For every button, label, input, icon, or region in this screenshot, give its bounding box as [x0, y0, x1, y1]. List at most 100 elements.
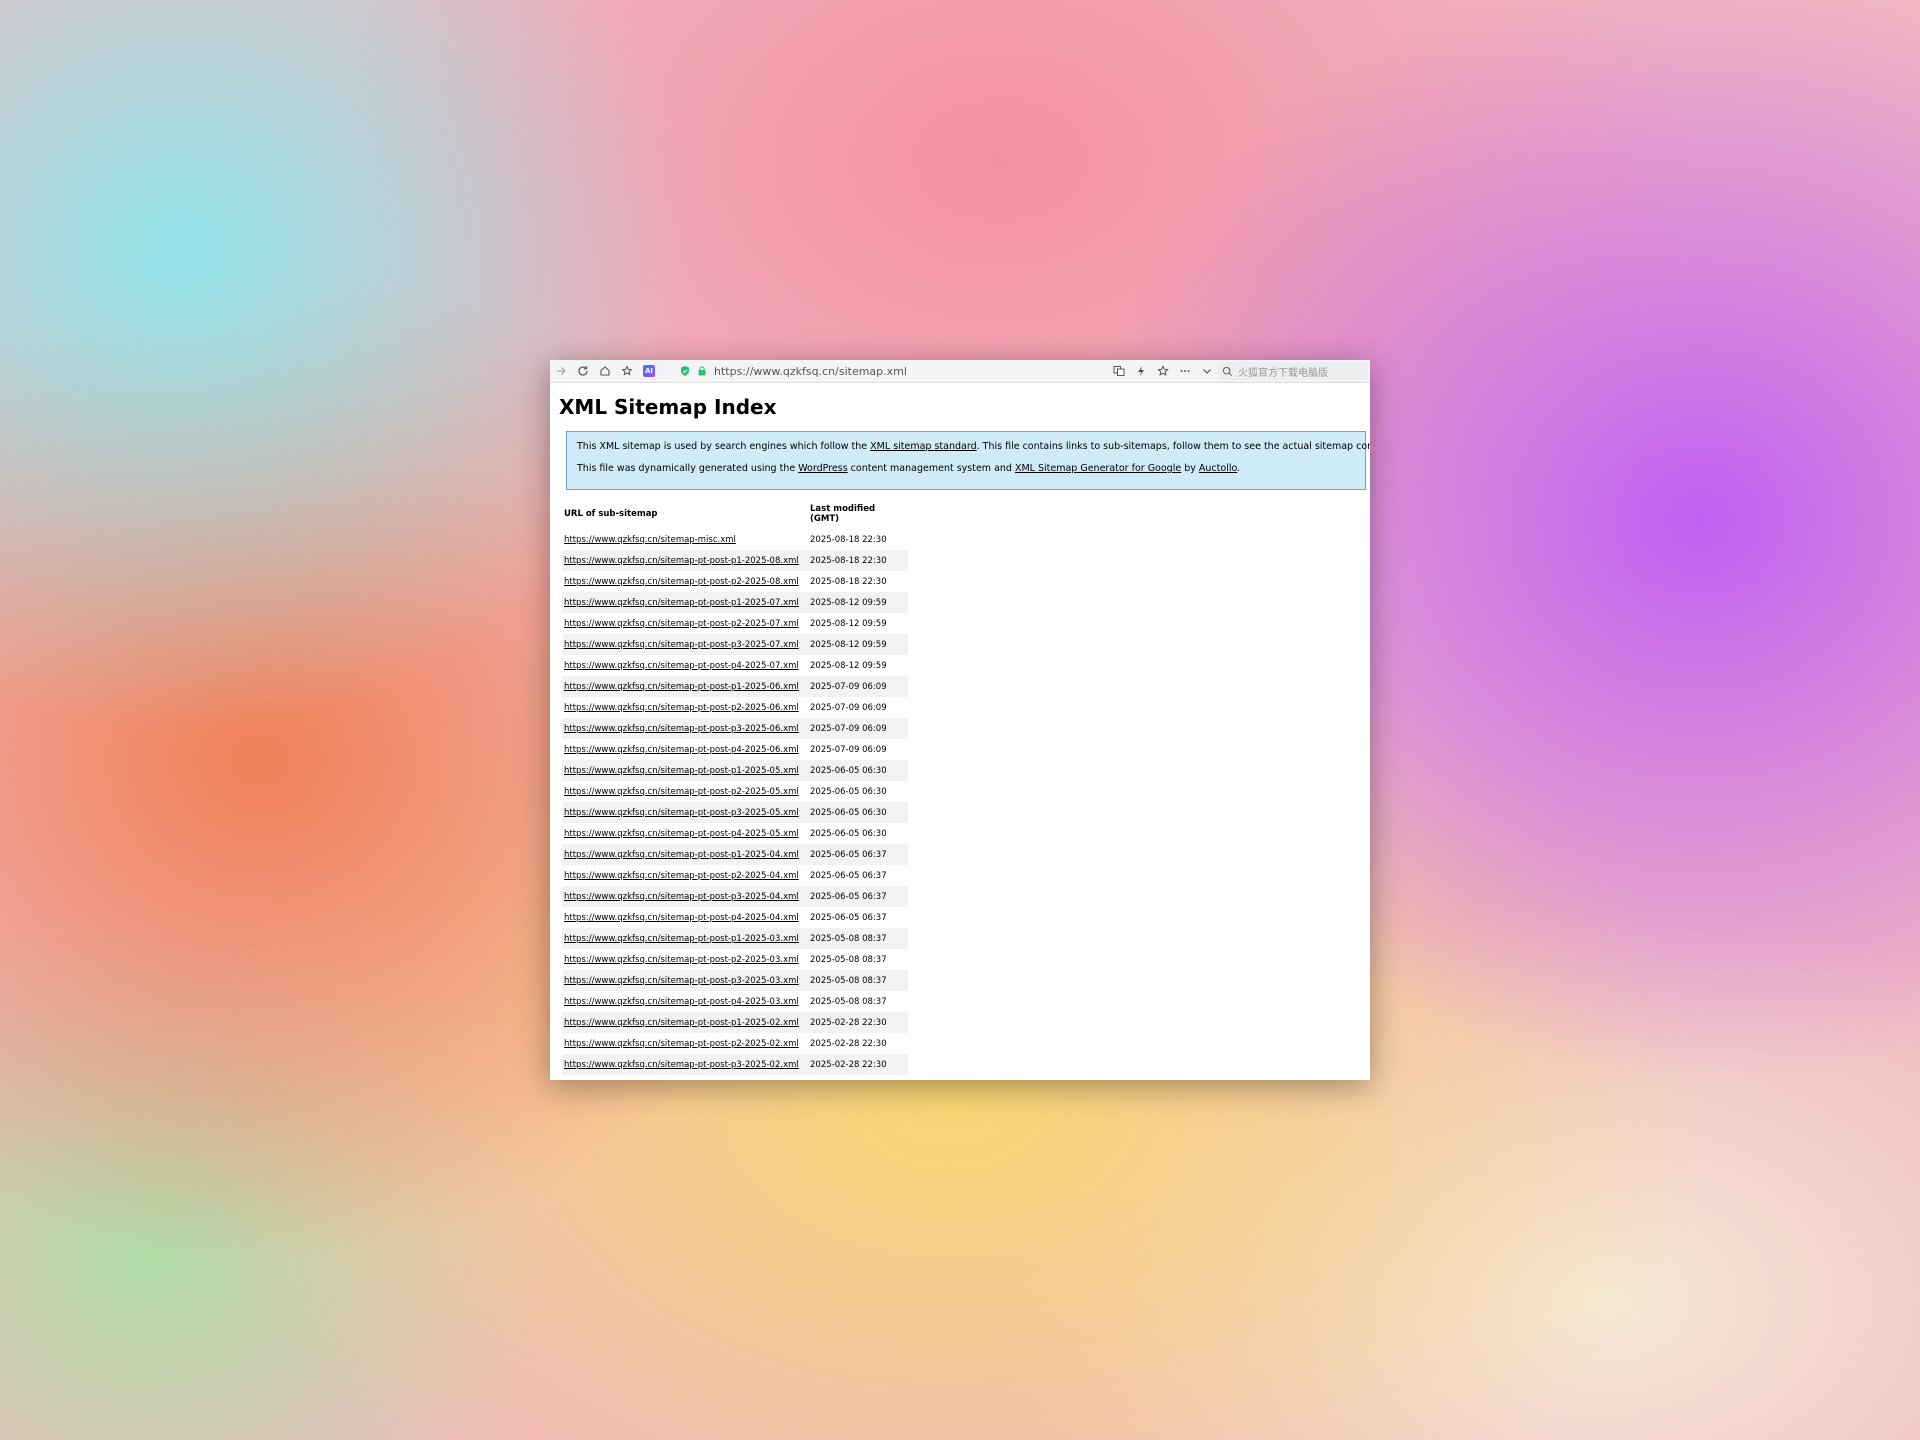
url-cell: https://www.qzkfsq.cn/sitemap-pt-post-p1…: [562, 928, 802, 949]
table-row: https://www.qzkfsq.cn/sitemap-pt-post-p4…: [562, 655, 908, 676]
search-icon: [1222, 366, 1233, 376]
lock-icon: [696, 360, 708, 382]
sub-sitemap-link[interactable]: https://www.qzkfsq.cn/sitemap-pt-post-p2…: [564, 1039, 799, 1049]
table-header-row: URL of sub-sitemap Last modified (GMT): [562, 500, 908, 529]
sub-sitemap-link[interactable]: https://www.qzkfsq.cn/sitemap-pt-post-p1…: [564, 1018, 799, 1028]
last-modified-cell: 2025-05-08 08:37: [802, 970, 908, 991]
table-row: https://www.qzkfsq.cn/sitemap-pt-post-p2…: [562, 1033, 908, 1054]
auctollo-link[interactable]: Auctollo: [1199, 463, 1237, 474]
sub-sitemap-link[interactable]: https://www.qzkfsq.cn/sitemap-pt-post-p4…: [564, 997, 799, 1007]
table-row: https://www.qzkfsq.cn/sitemap-pt-post-p2…: [562, 613, 908, 634]
last-modified-cell: 2025-05-08 08:37: [810, 954, 887, 965]
intro-box: This XML sitemap is used by search engin…: [566, 431, 1370, 490]
home-icon[interactable]: [594, 360, 616, 382]
url-cell: https://www.qzkfsq.cn/sitemap-pt-post-p2…: [562, 571, 802, 592]
sub-sitemap-link[interactable]: https://www.qzkfsq.cn/sitemap-pt-post-p1…: [564, 556, 799, 566]
sub-sitemap-link[interactable]: https://www.qzkfsq.cn/sitemap-pt-post-p1…: [564, 598, 799, 608]
table-row: https://www.qzkfsq.cn/sitemap-pt-post-p1…: [562, 592, 908, 613]
last-modified-cell: 2025-08-18 22:30: [810, 576, 887, 587]
sitemap-table: URL of sub-sitemap Last modified (GMT) h…: [562, 500, 908, 1080]
sub-sitemap-link[interactable]: https://www.qzkfsq.cn/sitemap-pt-post-p4…: [564, 829, 799, 839]
ai-icon[interactable]: AI: [638, 360, 660, 382]
search-placeholder: 火狐官方下载电脑版: [1238, 367, 1328, 379]
url-cell: https://www.qzkfsq.cn/sitemap-pt-post-p4…: [562, 991, 802, 1012]
sub-sitemap-link[interactable]: https://www.qzkfsq.cn/sitemap-pt-post-p2…: [564, 871, 799, 881]
url-cell: https://www.qzkfsq.cn/sitemap-pt-post-p2…: [562, 865, 802, 886]
table-row: https://www.qzkfsq.cn/sitemap-pt-post-p1…: [562, 760, 908, 781]
last-modified-cell: 2025-06-05 06:30: [802, 802, 908, 823]
table-row: https://www.qzkfsq.cn/sitemap-pt-post-p4…: [562, 739, 908, 760]
sub-sitemap-link[interactable]: https://www.qzkfsq.cn/sitemap-pt-post-p4…: [564, 745, 799, 755]
lightning-icon[interactable]: [1130, 360, 1152, 382]
url-cell: https://www.qzkfsq.cn/sitemap-pt-post-p4…: [562, 655, 802, 676]
url-cell: https://www.qzkfsq.cn/sitemap-pt-post-p2…: [562, 1033, 802, 1054]
sub-sitemap-link[interactable]: https://www.qzkfsq.cn/sitemap-pt-post-p3…: [564, 640, 799, 650]
last-modified-cell: 2025-02-28 22:30: [802, 1054, 908, 1075]
table-row: https://www.qzkfsq.cn/sitemap-pt-post-p1…: [562, 928, 908, 949]
table-row: https://www.qzkfsq.cn/sitemap-pt-post-p1…: [562, 1012, 908, 1033]
star-icon[interactable]: [1152, 360, 1174, 382]
sub-sitemap-link[interactable]: https://www.qzkfsq.cn/sitemap-pt-post-p2…: [564, 787, 799, 797]
url-cell: https://www.qzkfsq.cn/sitemap-pt-post-p3…: [562, 1054, 802, 1075]
sub-sitemap-link[interactable]: https://www.qzkfsq.cn/sitemap-pt-post-p1…: [564, 850, 799, 860]
table-row: https://www.qzkfsq.cn/sitemap-pt-post-p4…: [562, 823, 908, 844]
sub-sitemap-link[interactable]: https://www.qzkfsq.cn/sitemap-misc.xml: [564, 535, 736, 545]
table-row: https://www.qzkfsq.cn/sitemap-pt-post-p2…: [562, 697, 908, 718]
url-cell: https://www.qzkfsq.cn/sitemap-pt-post-p2…: [562, 697, 802, 718]
intro-line-2: This file was dynamically generated usin…: [577, 463, 1241, 474]
sub-sitemap-link[interactable]: https://www.qzkfsq.cn/sitemap-pt-post-p2…: [564, 703, 799, 713]
url-text[interactable]: https://www.qzkfsq.cn/sitemap.xml: [714, 365, 907, 378]
url-cell: https://www.qzkfsq.cn/sitemap-pt-post-p2…: [562, 949, 802, 970]
sub-sitemap-link[interactable]: https://www.qzkfsq.cn/sitemap-pt-post-p3…: [564, 1060, 799, 1070]
url-cell: https://www.qzkfsq.cn/sitemap-pt-post-p1…: [562, 550, 802, 571]
sub-sitemap-link[interactable]: https://www.qzkfsq.cn/sitemap-pt-post-p2…: [564, 955, 799, 965]
address-bar[interactable]: https://www.qzkfsq.cn/sitemap.xml: [674, 360, 1108, 382]
table-row: https://www.qzkfsq.cn/sitemap-pt-post-p2…: [562, 949, 908, 970]
more-icon[interactable]: [1174, 360, 1196, 382]
sub-sitemap-link[interactable]: https://www.qzkfsq.cn/sitemap-pt-post-p3…: [564, 724, 799, 734]
sub-sitemap-link[interactable]: https://www.qzkfsq.cn/sitemap-pt-post-p2…: [564, 577, 799, 587]
translate-icon[interactable]: [1108, 360, 1130, 382]
chevron-down-icon[interactable]: [1196, 360, 1218, 382]
last-modified-cell: 2025-08-18 22:30: [802, 550, 908, 571]
url-cell: https://www.qzkfsq.cn/sitemap-pt-post-p2…: [562, 613, 802, 634]
table-row: https://www.qzkfsq.cn/sitemap-pt-post-p3…: [562, 718, 908, 739]
table-row: https://www.qzkfsq.cn/sitemap-pt-post-p3…: [562, 970, 908, 991]
forward-icon[interactable]: [550, 360, 572, 382]
sitemap-generator-link[interactable]: XML Sitemap Generator for Google: [1015, 463, 1181, 474]
last-modified-cell: 2025-08-18 22:30: [810, 534, 887, 545]
last-modified-cell: 2025-06-05 06:37: [810, 870, 887, 881]
url-cell: https://www.qzkfsq.cn/sitemap-pt-post-p3…: [562, 802, 802, 823]
table-row: https://www.qzkfsq.cn/sitemap-pt-post-p3…: [562, 886, 908, 907]
search-input[interactable]: 火狐官方下载电脑版: [1218, 362, 1368, 380]
sub-sitemap-link[interactable]: https://www.qzkfsq.cn/sitemap-pt-post-p3…: [564, 976, 799, 986]
table-row: https://www.qzkfsq.cn/sitemap-pt-post-p1…: [562, 676, 908, 697]
last-modified-cell: 2025-07-09 06:09: [810, 744, 887, 755]
sub-sitemap-link[interactable]: https://www.qzkfsq.cn/sitemap-pt-post-p3…: [564, 892, 799, 902]
wordpress-link[interactable]: WordPress: [798, 463, 847, 474]
header-last-modified: Last modified (GMT): [810, 504, 876, 524]
last-modified-cell: 2025-06-05 06:37: [802, 886, 908, 907]
sub-sitemap-link[interactable]: https://www.qzkfsq.cn/sitemap-pt-post-p2…: [564, 619, 799, 629]
table-row: https://www.qzkfsq.cn/sitemap-pt-post-p3…: [562, 634, 908, 655]
sitemap-rows: https://www.qzkfsq.cn/sitemap-misc.xml 20…: [562, 529, 908, 1080]
favorites-icon[interactable]: [616, 360, 638, 382]
sub-sitemap-link[interactable]: https://www.qzkfsq.cn/sitemap-pt-post-p1…: [564, 934, 799, 944]
last-modified-cell: 2025-06-05 06:30: [810, 786, 887, 797]
url-cell: https://www.qzkfsq.cn/sitemap-pt-post-p3…: [562, 970, 802, 991]
shield-icon[interactable]: [674, 360, 696, 382]
sub-sitemap-link[interactable]: https://www.qzkfsq.cn/sitemap-pt-post-p1…: [564, 682, 799, 692]
xml-sitemap-standard-link[interactable]: XML sitemap standard: [870, 441, 976, 452]
sub-sitemap-link[interactable]: https://www.qzkfsq.cn/sitemap-pt-post-p3…: [564, 808, 799, 818]
table-row: https://www.qzkfsq.cn/sitemap-pt-post-p1…: [562, 550, 908, 571]
url-cell: https://www.qzkfsq.cn/sitemap-pt-post-p1…: [562, 760, 802, 781]
reload-icon[interactable]: [572, 360, 594, 382]
last-modified-cell: 2025-06-05 06:30: [810, 828, 887, 839]
sub-sitemap-link[interactable]: https://www.qzkfsq.cn/sitemap-pt-post-p4…: [564, 913, 799, 923]
last-modified-cell: 2025-07-09 06:09: [802, 718, 908, 739]
sub-sitemap-link[interactable]: https://www.qzkfsq.cn/sitemap-pt-post-p1…: [564, 766, 799, 776]
last-modified-cell: 2025-06-05 06:30: [802, 760, 908, 781]
sub-sitemap-link[interactable]: https://www.qzkfsq.cn/sitemap-pt-post-p4…: [564, 661, 799, 671]
last-modified-cell: 2025-08-12 09:59: [802, 634, 908, 655]
intro-line-1: This XML sitemap is used by search engin…: [577, 441, 1370, 452]
